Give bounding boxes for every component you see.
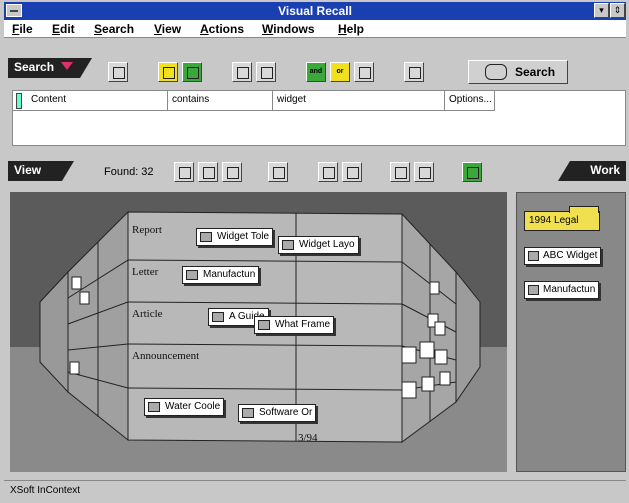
search-dropdown-icon[interactable] <box>61 62 73 70</box>
clear-query-icon[interactable] <box>354 62 374 82</box>
document-title: Water Coole <box>165 401 221 412</box>
menu-windows[interactable]: Windows <box>262 22 315 36</box>
menu-search[interactable]: Search <box>94 22 134 36</box>
copy-icon[interactable] <box>318 162 338 182</box>
query-options[interactable]: Options... <box>445 91 495 111</box>
found-count: Found: 32 <box>104 166 154 178</box>
document-icon[interactable] <box>108 62 128 82</box>
document-icon <box>528 285 539 295</box>
row-label-article: Article <box>132 308 163 320</box>
document-icon <box>242 408 254 418</box>
print-icon[interactable] <box>342 162 362 182</box>
document-icon <box>282 240 294 250</box>
or-button[interactable]: or <box>330 62 350 82</box>
view-document-icon[interactable] <box>414 162 434 182</box>
minimize-button[interactable]: ▾ <box>594 3 609 18</box>
title-bar: Visual Recall ▾ ⇕ <box>4 2 626 20</box>
query-operator[interactable]: contains <box>168 91 273 111</box>
menu-help[interactable]: Help <box>338 22 364 36</box>
list-view-icon[interactable] <box>174 162 194 182</box>
menu-view[interactable]: View <box>154 22 181 36</box>
folder-up-icon[interactable] <box>158 62 178 82</box>
folder-1994-legal[interactable]: 1994 Legal <box>524 206 600 231</box>
query-value[interactable]: widget <box>273 91 445 111</box>
work-item[interactable]: ABC Widget <box>524 247 602 265</box>
view-toolbar: View Found: 32 Work <box>4 157 626 187</box>
window-title: Visual Recall <box>278 4 352 18</box>
document-title: Widget Layo <box>299 239 355 250</box>
document-card[interactable]: Manufactun <box>182 266 260 284</box>
document-card[interactable]: Software Or <box>238 404 317 422</box>
visual-recall-3d-view[interactable]: Report Letter Article Announcement 3/94 … <box>10 192 507 472</box>
search-button[interactable]: Search <box>468 60 568 84</box>
document-title: Software Or <box>259 407 313 418</box>
document-icon <box>258 320 270 330</box>
query-field[interactable]: Content <box>13 91 168 111</box>
menu-edit[interactable]: Edit <box>52 22 75 36</box>
chart-icon[interactable] <box>462 162 482 182</box>
query-field-value: Content <box>31 94 67 105</box>
document-card[interactable]: Widget Tole <box>196 228 274 246</box>
document-card[interactable]: What Frame <box>254 316 335 334</box>
work-item[interactable]: Manufactun <box>524 281 600 299</box>
date-axis-label: 3/94 <box>298 432 318 444</box>
tree-view-icon[interactable] <box>222 162 242 182</box>
search-button-label: Search <box>515 65 556 79</box>
query-tree-icon[interactable] <box>256 62 276 82</box>
menu-actions[interactable]: Actions <box>200 22 244 36</box>
work-item-label: Manufactun <box>543 284 596 295</box>
row-label-announcement: Announcement <box>132 350 200 362</box>
restore-button[interactable]: ⇕ <box>610 3 625 18</box>
document-title: Manufactun <box>203 269 256 280</box>
eraser-icon[interactable] <box>404 62 424 82</box>
query-builder: Content contains widget Options... <box>12 90 626 146</box>
document-card[interactable]: Widget Layo <box>278 236 359 254</box>
view-section-label: View <box>8 161 74 181</box>
query-structure-icon[interactable] <box>232 62 252 82</box>
query-row-marker <box>16 93 22 109</box>
document-icon <box>200 232 212 242</box>
work-item-label: ABC Widget <box>543 250 598 261</box>
row-label-report: Report <box>132 224 162 236</box>
document-title: Widget Tole <box>217 231 270 242</box>
menu-file[interactable]: File <box>12 22 33 36</box>
document-title: What Frame <box>275 319 331 330</box>
work-pane[interactable]: 1994 Legal ABC Widget Manufactun <box>516 192 626 472</box>
move-to-work-icon[interactable] <box>390 162 410 182</box>
work-section-label: Work <box>558 161 626 181</box>
binoculars-icon <box>485 64 507 80</box>
and-button[interactable]: and <box>306 62 326 82</box>
status-bar: XSoft InContext <box>4 480 626 500</box>
document-icon <box>148 402 160 412</box>
row-label-letter: Letter <box>132 266 159 278</box>
document-icon <box>186 270 198 280</box>
document-card[interactable]: Water Coole <box>144 398 225 416</box>
menu-bar: File Edit Search View Actions Windows He… <box>4 20 626 38</box>
search-toolbar: Search and or Search <box>4 38 626 90</box>
grid-view-icon[interactable] <box>198 162 218 182</box>
document-icon <box>212 312 224 322</box>
folder-down-icon[interactable] <box>182 62 202 82</box>
page-icon[interactable] <box>268 162 288 182</box>
document-icon <box>528 251 539 261</box>
